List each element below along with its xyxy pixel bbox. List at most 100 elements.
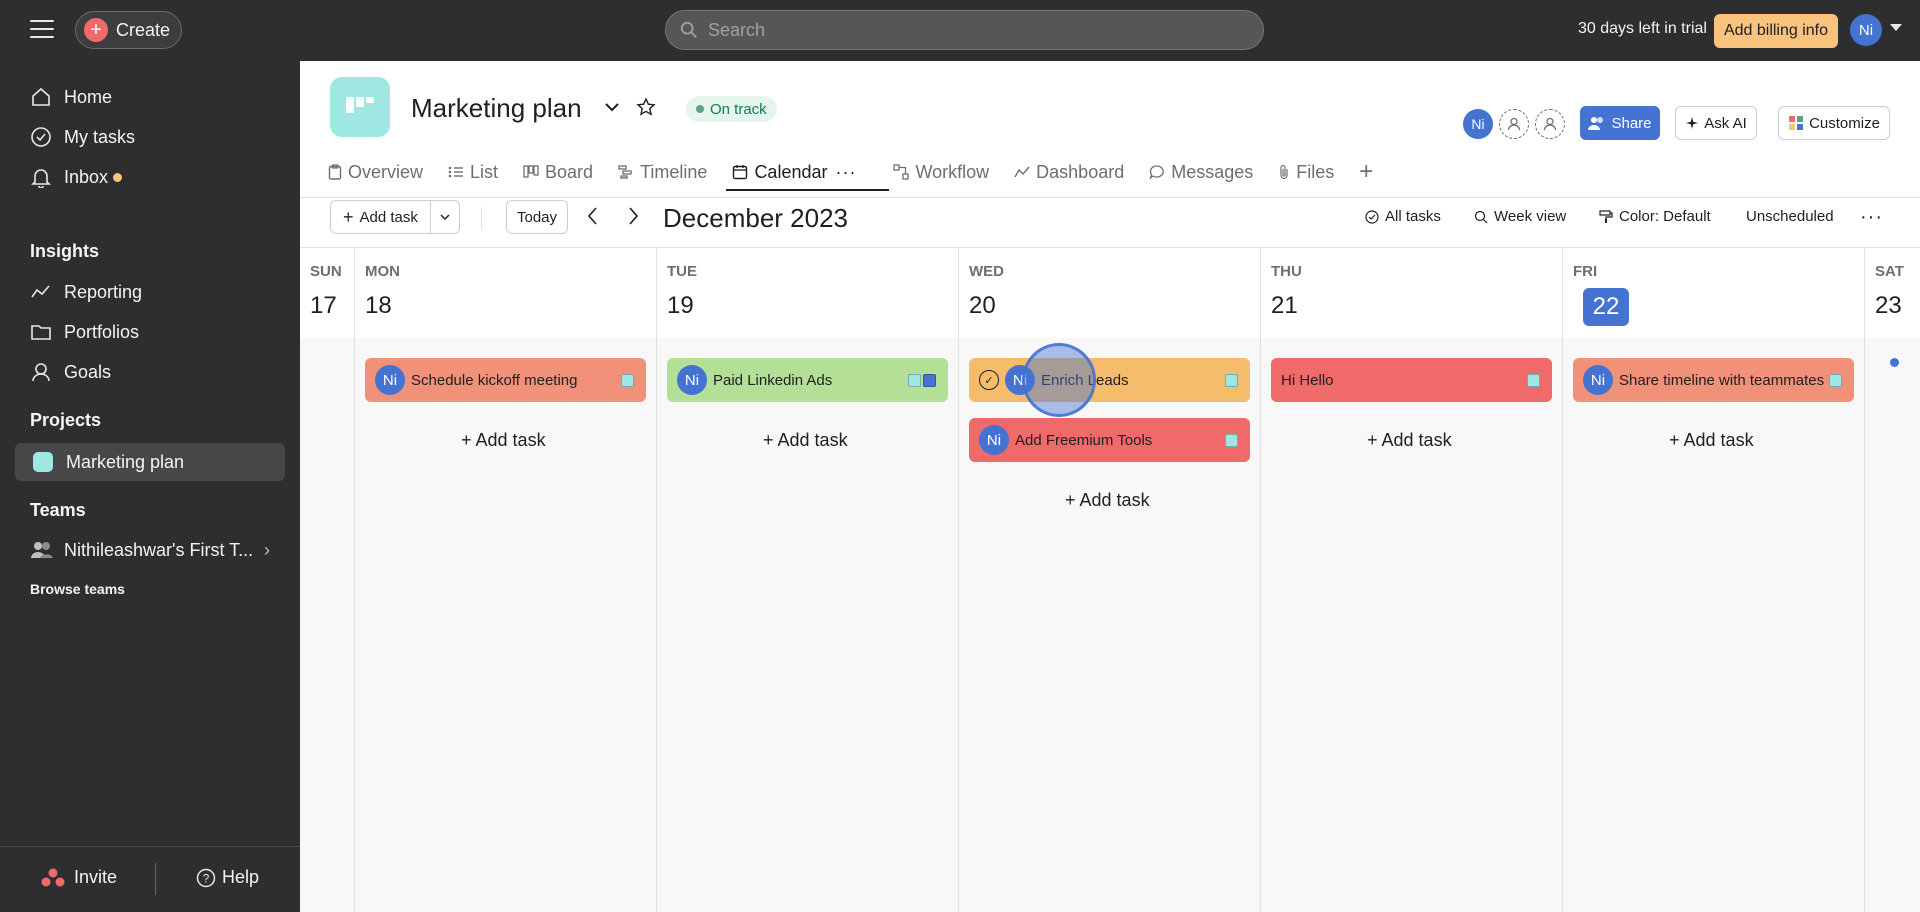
tab-files[interactable]: Files — [1278, 155, 1334, 189]
day-body[interactable]: Hi Hello + Add task — [1261, 338, 1562, 912]
task-card[interactable]: Ni Paid Linkedin Ads — [667, 358, 948, 402]
chevron-left-icon[interactable] — [586, 205, 600, 227]
star-icon[interactable] — [636, 97, 656, 117]
day-name: SUN — [310, 263, 342, 280]
unscheduled-button[interactable]: Unscheduled — [1746, 208, 1834, 225]
add-billing-button[interactable]: Add billing info — [1714, 14, 1838, 48]
all-tasks-filter[interactable]: All tasks — [1365, 208, 1441, 225]
complete-check-icon[interactable]: ✓ — [979, 370, 999, 390]
folder-icon — [31, 325, 51, 340]
search-bar[interactable] — [665, 10, 1264, 50]
add-task-label: Add task — [777, 430, 848, 450]
tab-workflow[interactable]: Workflow — [893, 155, 989, 189]
search-input[interactable] — [708, 19, 1208, 41]
add-task-link[interactable]: + Add task — [763, 430, 848, 451]
footer-divider — [155, 863, 156, 895]
sidebar-item-inbox[interactable]: Inbox — [30, 163, 123, 191]
sidebar-item-goals[interactable]: Goals — [30, 358, 111, 386]
tab-timeline[interactable]: Timeline — [618, 155, 707, 189]
add-task-link[interactable]: + Add task — [461, 430, 546, 451]
more-options-icon[interactable]: ··· — [1860, 206, 1883, 229]
day-body[interactable] — [1865, 338, 1920, 912]
task-card[interactable]: Hi Hello — [1271, 358, 1552, 402]
week-view-label: Week view — [1494, 208, 1567, 225]
day-column-fri[interactable]: FRI 22 Ni Share timeline with teammates … — [1563, 248, 1865, 912]
invite-button[interactable]: Invite — [40, 867, 117, 888]
tab-dashboard[interactable]: Dashboard — [1014, 155, 1124, 189]
day-name: TUE — [667, 263, 697, 280]
day-body[interactable] — [300, 338, 354, 912]
day-column-sat[interactable]: SAT 23 — [1865, 248, 1920, 912]
chevron-down-icon[interactable] — [602, 97, 622, 117]
week-view-toggle[interactable]: Week view — [1474, 208, 1566, 225]
sidebar-item-marketing-plan[interactable]: Marketing plan — [15, 443, 285, 481]
sidebar-item-reporting[interactable]: Reporting — [30, 278, 142, 306]
help-button[interactable]: ? Help — [196, 867, 259, 888]
member-avatar[interactable]: Ni — [1463, 109, 1493, 139]
day-column-thu[interactable]: THU 21 Hi Hello + Add task — [1261, 248, 1563, 912]
ask-ai-button[interactable]: Ask AI — [1675, 106, 1757, 140]
tab-messages[interactable]: Messages — [1149, 155, 1253, 189]
project-title[interactable]: Marketing plan — [411, 93, 582, 124]
sidebar-item-team[interactable]: Nithileashwar's First T... › — [30, 539, 270, 561]
day-body[interactable]: Ni Paid Linkedin Ads + Add task — [657, 338, 958, 912]
add-member-icon[interactable] — [1535, 109, 1565, 139]
menu-icon[interactable] — [30, 20, 54, 40]
list-icon — [448, 166, 464, 178]
day-column-wed[interactable]: WED 20 ✓ Ni Enrich Leads Ni Add Freemium… — [959, 248, 1261, 912]
color-picker-button[interactable]: Color: Default — [1599, 208, 1711, 225]
day-body[interactable]: Ni Share timeline with teammates + Add t… — [1563, 338, 1864, 912]
status-badge[interactable]: On track — [686, 96, 777, 122]
task-card[interactable]: Ni Schedule kickoff meeting — [365, 358, 646, 402]
create-button[interactable]: + Create — [75, 11, 182, 49]
add-task-dropdown[interactable] — [431, 201, 459, 233]
today-button[interactable]: Today — [506, 200, 568, 234]
task-card[interactable]: ✓ Ni Enrich Leads — [969, 358, 1250, 402]
add-member-icon[interactable] — [1499, 109, 1529, 139]
sidebar-item-portfolios[interactable]: Portfolios — [30, 318, 139, 346]
sidebar-item-label: My tasks — [64, 126, 136, 147]
search-icon — [680, 21, 697, 38]
tab-label: List — [470, 161, 499, 182]
project-members[interactable]: Ni — [1463, 109, 1571, 139]
tab-overview[interactable]: Overview — [328, 155, 423, 189]
task-card[interactable]: Ni Share timeline with teammates — [1573, 358, 1854, 402]
tab-board[interactable]: Board — [523, 155, 593, 189]
day-header: WED 20 — [959, 248, 1260, 338]
add-task-link[interactable]: + Add task — [1367, 430, 1452, 451]
home-icon — [32, 87, 50, 106]
day-name: THU — [1271, 263, 1302, 280]
add-tab-button[interactable]: + — [1359, 158, 1373, 186]
add-task-link[interactable]: + Add task — [1065, 490, 1150, 511]
share-button[interactable]: Share — [1580, 106, 1660, 140]
task-indicator-dot[interactable] — [1890, 358, 1899, 367]
day-body[interactable]: ✓ Ni Enrich Leads Ni Add Freemium Tools … — [959, 338, 1260, 912]
add-task-label: Add task — [475, 430, 546, 450]
day-column-mon[interactable]: MON 18 Ni Schedule kickoff meeting + Add… — [355, 248, 657, 912]
tab-label: Board — [545, 161, 594, 182]
assignee-avatar: Ni — [1583, 365, 1613, 395]
customize-button[interactable]: Customize — [1778, 106, 1890, 140]
day-column-tue[interactable]: TUE 19 Ni Paid Linkedin Ads + Add task — [657, 248, 959, 912]
paint-roller-icon — [1599, 209, 1613, 223]
chevron-right-icon[interactable] — [626, 205, 640, 227]
user-avatar[interactable]: Ni — [1850, 14, 1882, 46]
chevron-right-icon[interactable]: › — [264, 540, 270, 561]
add-task-split-button[interactable]: + Add task — [330, 200, 460, 234]
tab-calendar[interactable]: Calendar ··· — [726, 155, 890, 191]
day-date: 17 — [310, 292, 337, 319]
day-name: FRI — [1573, 263, 1598, 280]
task-title: Share timeline with teammates — [1619, 371, 1825, 389]
sidebar-item-my-tasks[interactable]: My tasks — [30, 123, 135, 151]
day-column-sun[interactable]: SUN 17 — [300, 248, 355, 912]
add-task-link[interactable]: + Add task — [1669, 430, 1754, 451]
tab-list[interactable]: List — [448, 155, 498, 189]
day-body[interactable]: Ni Schedule kickoff meeting + Add task — [355, 338, 656, 912]
add-task-button[interactable]: + Add task — [331, 201, 431, 233]
sidebar-item-home[interactable]: Home — [30, 83, 112, 111]
more-icon[interactable]: ··· — [835, 162, 856, 183]
chevron-down-icon[interactable] — [1890, 24, 1902, 31]
browse-teams-link[interactable]: Browse teams — [30, 581, 125, 597]
task-card[interactable]: Ni Add Freemium Tools — [969, 418, 1250, 462]
project-icon[interactable] — [330, 77, 390, 137]
